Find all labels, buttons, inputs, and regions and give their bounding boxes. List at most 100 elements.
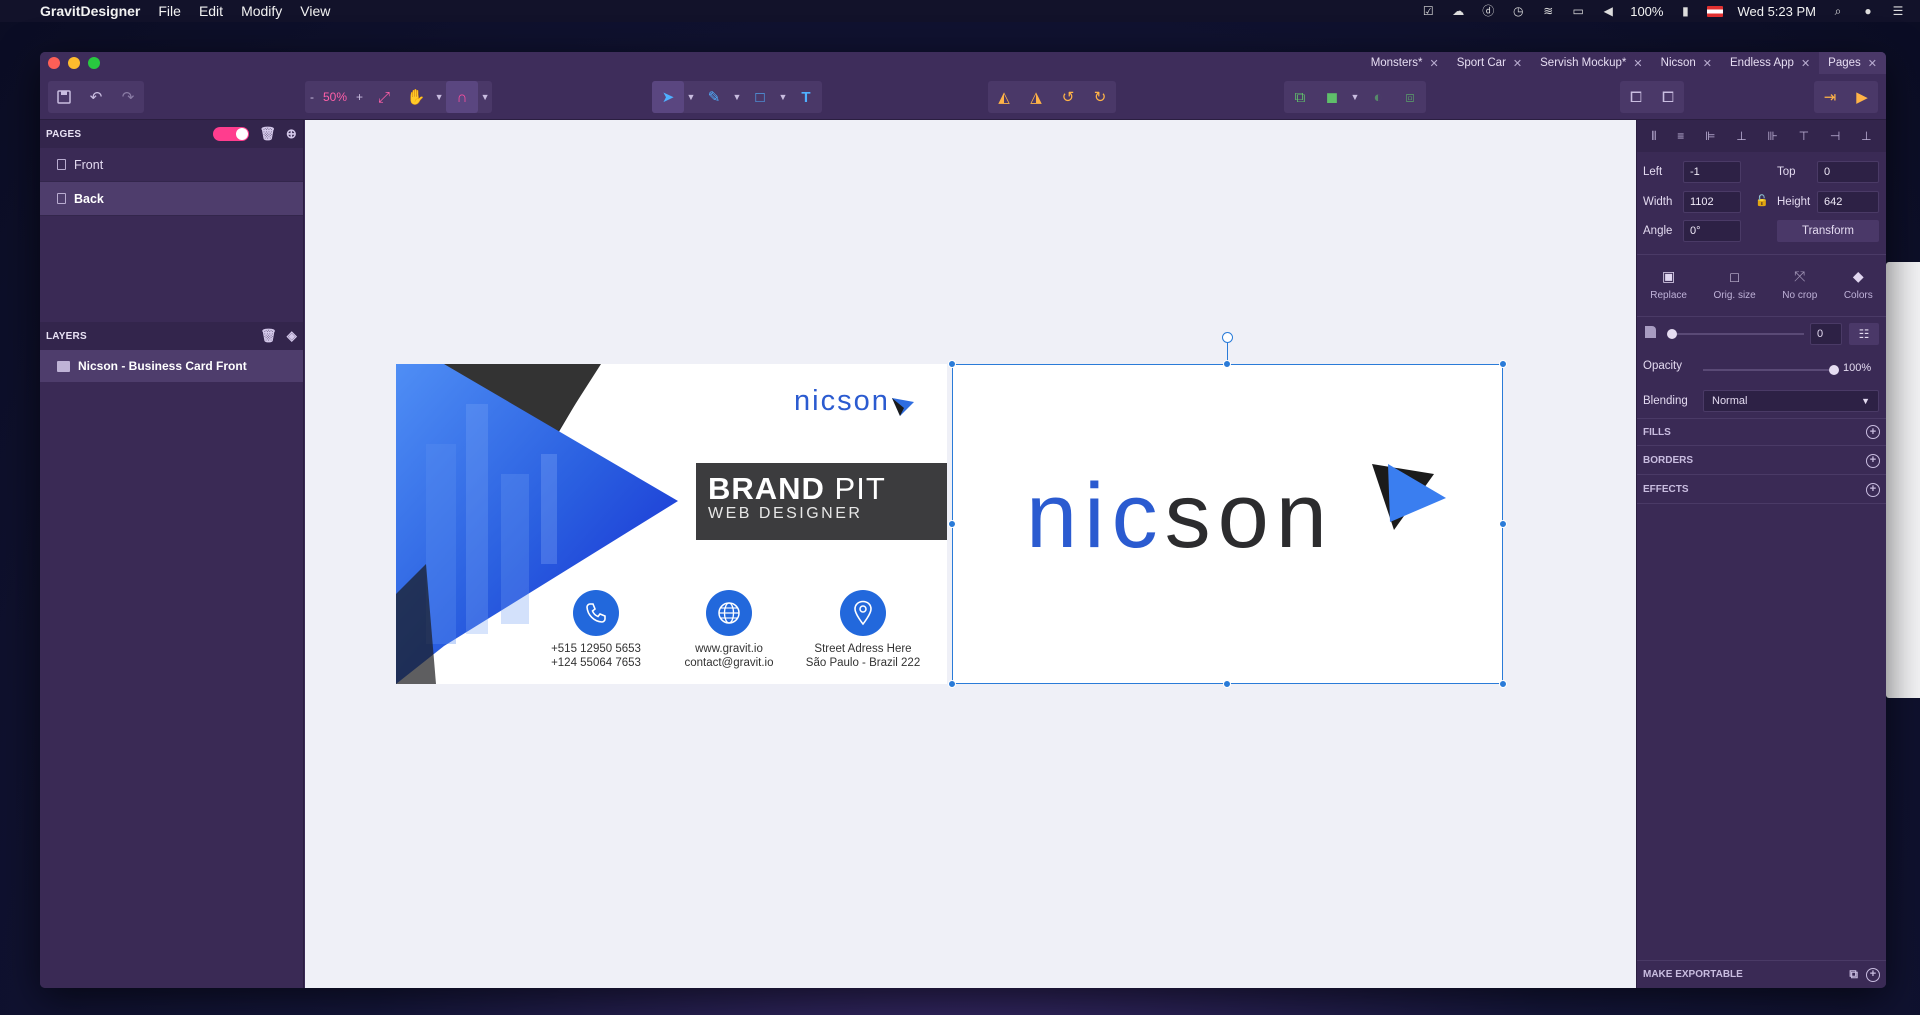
effects-section[interactable]: EFFECTS + xyxy=(1637,476,1886,504)
wifi-icon[interactable]: ≋ xyxy=(1540,4,1556,18)
add-fill-icon[interactable]: + xyxy=(1866,425,1880,439)
transform-button[interactable]: Transform xyxy=(1777,220,1879,242)
replace-image-button[interactable]: ▣ Replace xyxy=(1650,268,1687,301)
opacity-value[interactable]: 100% xyxy=(1843,362,1871,374)
spotlight-search-icon[interactable]: ⌕ xyxy=(1830,4,1846,18)
colors-button[interactable]: ◆ Colors xyxy=(1844,268,1873,301)
pages-toggle[interactable] xyxy=(213,127,250,141)
align-right-icon[interactable]: ⊪ xyxy=(1767,129,1777,143)
lock-aspect-icon[interactable]: 🔓 xyxy=(1755,194,1769,207)
time-machine-icon[interactable]: ◷ xyxy=(1510,4,1526,18)
corner-radius-knob[interactable] xyxy=(1667,329,1677,339)
add-export-icon[interactable]: + xyxy=(1866,967,1880,982)
redo-button[interactable]: ↷ xyxy=(112,81,144,113)
align-bottom-icon[interactable]: ⊥ xyxy=(1861,129,1871,143)
resize-handle-right[interactable] xyxy=(1499,520,1507,528)
notification-center-icon[interactable]: ☰ xyxy=(1890,4,1906,18)
rectangle-tool-button[interactable]: □ xyxy=(744,81,776,113)
resize-handle-top-right[interactable] xyxy=(1499,360,1507,368)
close-icon[interactable]: ✕ xyxy=(1868,57,1877,70)
pointer-tool-button[interactable]: ➤ xyxy=(652,81,684,113)
doc-tab-sport-car[interactable]: Sport Car ✕ xyxy=(1448,52,1531,74)
ungroup-button[interactable]: ⧈ xyxy=(1394,81,1426,113)
pointer-dropdown[interactable]: ▼ xyxy=(684,81,698,113)
export-button[interactable]: ⇥ xyxy=(1814,81,1846,113)
hand-tool-button[interactable]: ✋ xyxy=(400,81,432,113)
no-crop-button[interactable]: ⤧ No crop xyxy=(1782,268,1817,301)
menu-view[interactable]: View xyxy=(300,3,330,19)
export-slice-icon[interactable]: ⧉ xyxy=(1849,967,1858,982)
resize-handle-bottom-left[interactable] xyxy=(948,680,956,688)
bring-forward-button[interactable]: ⧠ xyxy=(1620,81,1652,113)
fit-to-screen-button[interactable]: ⤢ xyxy=(368,81,400,113)
resize-handle-bottom[interactable] xyxy=(1223,680,1231,688)
flip-vertical-button[interactable]: ◮ xyxy=(1020,81,1052,113)
corner-radius-input[interactable]: 0 xyxy=(1810,323,1842,345)
close-icon[interactable]: ✕ xyxy=(1801,57,1810,70)
add-page-icon[interactable]: ⊕ xyxy=(286,126,297,142)
pen-dropdown[interactable]: ▼ xyxy=(730,81,744,113)
text-tool-button[interactable]: T xyxy=(790,81,822,113)
add-layer-icon[interactable]: ◈ xyxy=(287,328,297,344)
align-middle-icon[interactable]: ⊣ xyxy=(1830,129,1840,143)
airplay-icon[interactable]: ▭ xyxy=(1570,4,1586,18)
undo-button[interactable]: ↶ xyxy=(80,81,112,113)
page-item-back[interactable]: Back xyxy=(40,182,303,216)
snap-dropdown[interactable]: ▼ xyxy=(478,81,492,113)
menu-edit[interactable]: Edit xyxy=(199,3,223,19)
opacity-knob[interactable] xyxy=(1829,365,1839,375)
add-effect-icon[interactable]: + xyxy=(1866,482,1880,497)
rotate-left-button[interactable]: ↺ xyxy=(1052,81,1084,113)
angle-input[interactable]: 0° xyxy=(1683,220,1741,242)
zoom-in-button[interactable]: + xyxy=(351,90,368,104)
canvas[interactable]: nicson BRAND PIT WEB DESIGNER +515 12950… xyxy=(305,120,1636,988)
make-exportable-section[interactable]: MAKE EXPORTABLE ⧉ + xyxy=(1637,960,1886,988)
snap-button[interactable]: ∩ xyxy=(446,81,479,113)
left-input[interactable]: -1 xyxy=(1683,161,1741,183)
align-left-icon[interactable]: ⊫ xyxy=(1705,129,1715,143)
flip-horizontal-button[interactable]: ◭ xyxy=(988,81,1020,113)
battery-icon[interactable]: ▮ xyxy=(1677,4,1693,18)
fills-section[interactable]: FILLS + xyxy=(1637,418,1886,446)
resize-handle-top-left[interactable] xyxy=(948,360,956,368)
zoom-window-button[interactable] xyxy=(88,57,100,69)
close-icon[interactable]: ✕ xyxy=(1633,57,1642,70)
corner-settings-icon[interactable]: ☷ xyxy=(1849,323,1879,345)
blending-select[interactable]: Normal ▼ xyxy=(1703,390,1879,412)
boolean-dropdown[interactable]: ▼ xyxy=(1348,81,1362,113)
rotate-handle[interactable] xyxy=(1222,332,1233,343)
original-size-button[interactable]: □ Orig. size xyxy=(1714,269,1756,301)
page-item-front[interactable]: Front xyxy=(40,148,303,182)
doc-tab-pages[interactable]: Pages ✕ xyxy=(1819,52,1886,74)
minimize-window-button[interactable] xyxy=(68,57,80,69)
zoom-level[interactable]: 50% xyxy=(319,90,351,104)
doc-tab-servish-mockup[interactable]: Servish Mockup* ✕ xyxy=(1531,52,1652,74)
siri-icon[interactable]: ● xyxy=(1860,4,1876,18)
doc-tab-endless-app[interactable]: Endless App ✕ xyxy=(1721,52,1819,74)
hand-tool-dropdown[interactable]: ▼ xyxy=(432,81,446,113)
doc-tab-monsters[interactable]: Monsters* ✕ xyxy=(1362,52,1448,74)
group-button[interactable]: ⧉ xyxy=(1284,81,1316,113)
align-top-icon[interactable]: ⊤ xyxy=(1799,129,1809,143)
top-input[interactable]: 0 xyxy=(1817,161,1879,183)
layer-item[interactable]: Nicson - Business Card Front xyxy=(40,350,303,382)
checkmark-tray-icon[interactable]: ☑ xyxy=(1420,4,1436,18)
close-icon[interactable]: ✕ xyxy=(1429,57,1438,70)
add-border-icon[interactable]: + xyxy=(1866,453,1880,468)
distribute-horizontal-icon[interactable]: ⫴ xyxy=(1651,129,1656,144)
trash-icon[interactable]: 🗑 xyxy=(260,328,277,344)
clock[interactable]: Wed 5:23 PM xyxy=(1737,4,1816,19)
shape-dropdown[interactable]: ▼ xyxy=(776,81,790,113)
close-icon[interactable]: ✕ xyxy=(1703,57,1712,70)
d-tray-icon[interactable]: ⓓ xyxy=(1480,4,1496,18)
menu-modify[interactable]: Modify xyxy=(241,3,282,19)
volume-icon[interactable]: ◀ xyxy=(1600,4,1616,18)
close-icon[interactable]: ✕ xyxy=(1513,57,1522,70)
width-input[interactable]: 1102 xyxy=(1683,191,1741,213)
zoom-out-button[interactable]: - xyxy=(305,90,319,104)
height-input[interactable]: 642 xyxy=(1817,191,1879,213)
align-center-icon[interactable]: ⊥ xyxy=(1736,129,1746,143)
send-backward-button[interactable]: ⧠ xyxy=(1652,81,1684,113)
borders-section[interactable]: BORDERS + xyxy=(1637,447,1886,475)
trash-icon[interactable]: 🗑 xyxy=(259,126,276,142)
